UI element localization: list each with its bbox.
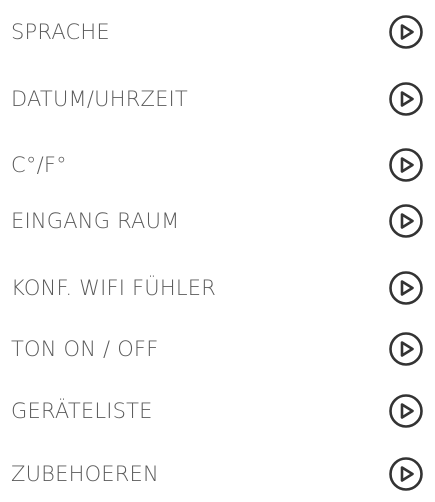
- menu-item-label: DATUM/UHRZEIT: [11, 87, 188, 111]
- menu-item-label: ZUBEHOEREN: [11, 462, 159, 486]
- menu-item-zubehoeren[interactable]: ZUBEHOEREN: [0, 452, 435, 496]
- menu-item-sprache[interactable]: SPRACHE: [0, 10, 435, 54]
- menu-item-ton-on-off[interactable]: TON ON / OFF: [0, 327, 435, 371]
- menu-item-label: KONF. WIFI FÜHLER: [11, 276, 217, 300]
- play-circle-icon[interactable]: [388, 147, 424, 183]
- menu-item-temperature-unit[interactable]: C°/F°: [0, 143, 435, 187]
- menu-item-geraeteliste[interactable]: GERÄTELISTE: [0, 389, 435, 433]
- play-circle-icon[interactable]: [388, 81, 424, 117]
- menu-item-konf-wifi-fuehler[interactable]: KONF. WIFI FÜHLER: [0, 266, 435, 310]
- play-circle-icon[interactable]: [388, 393, 424, 429]
- play-circle-icon[interactable]: [388, 456, 424, 492]
- settings-menu: SPRACHE DATUM/UHRZEIT C°/F° EINGANG RAUM…: [0, 0, 435, 502]
- play-circle-icon[interactable]: [388, 203, 424, 239]
- menu-item-datum-uhrzeit[interactable]: DATUM/UHRZEIT: [0, 77, 435, 121]
- menu-item-eingang-raum[interactable]: EINGANG RAUM: [0, 199, 435, 243]
- menu-item-label: TON ON / OFF: [11, 337, 159, 361]
- menu-item-label: EINGANG RAUM: [11, 209, 180, 233]
- play-circle-icon[interactable]: [388, 331, 424, 367]
- menu-item-label: C°/F°: [11, 153, 67, 177]
- menu-item-label: SPRACHE: [11, 20, 110, 44]
- menu-item-label: GERÄTELISTE: [11, 399, 153, 423]
- play-circle-icon[interactable]: [388, 270, 424, 306]
- play-circle-icon[interactable]: [388, 14, 424, 50]
